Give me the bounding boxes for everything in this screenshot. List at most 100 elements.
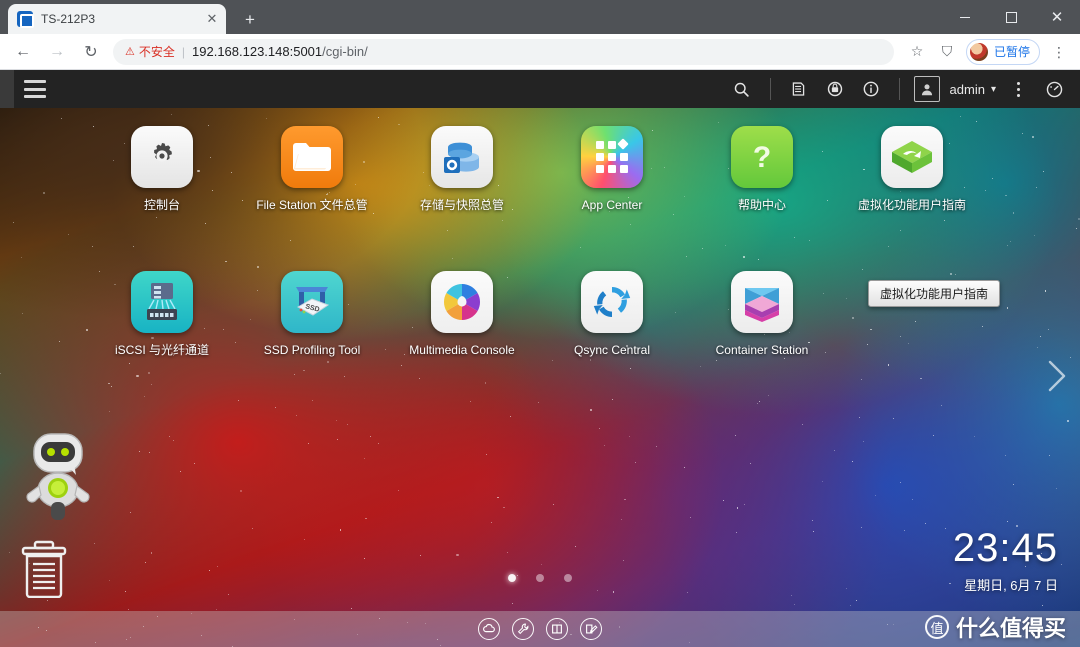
chevron-down-icon: ▾: [990, 83, 996, 95]
desktop-icon-app-center[interactable]: App Center: [537, 126, 687, 271]
recycle-bin-icon[interactable]: [18, 540, 70, 599]
control-panel-icon[interactable]: [131, 126, 193, 188]
page-dot[interactable]: [564, 574, 572, 582]
page-dot[interactable]: [536, 574, 544, 582]
iscsi-fibre-channel-icon[interactable]: [131, 271, 193, 333]
desktop-icon-storage-snapshot[interactable]: 存储与快照总管: [387, 126, 537, 271]
desktop-clock: 23:45 星期日, 6月 7 日: [953, 528, 1058, 594]
search-icon[interactable]: [724, 70, 760, 108]
app-center-icon[interactable]: [581, 126, 643, 188]
desktop-icon-label: Multimedia Console: [409, 343, 515, 357]
desktop-icon-iscsi-fibre-channel[interactable]: iSCSI 与光纤通道: [87, 271, 237, 416]
forward-button[interactable]: →: [43, 38, 71, 66]
avatar: [968, 41, 989, 62]
tools-icon[interactable]: [512, 618, 534, 640]
desktop-icon-label: 帮助中心: [737, 198, 786, 212]
bookmark-star-icon[interactable]: ☆: [904, 39, 930, 65]
desktop-icon-label: SSD Profiling Tool: [263, 343, 361, 357]
desktop-icon-label: iSCSI 与光纤通道: [114, 343, 209, 357]
desktop-icon-label: App Center: [581, 198, 643, 212]
desktop-icon-grid: 控制台 File Station 文件总管 存储与快照总管 App Center? 帮助…: [0, 126, 1080, 416]
watermark-text: 什么值得买: [955, 616, 1066, 641]
desktop-icon-label: 存储与快照总管: [419, 198, 504, 212]
svg-text:?: ?: [753, 141, 771, 174]
next-page-button[interactable]: [1044, 356, 1070, 396]
qnap-header-bar: admin ▾: [0, 70, 1080, 108]
desktop-icon-label: 虚拟化功能用户指南: [857, 198, 966, 212]
maximize-button[interactable]: [988, 0, 1034, 34]
desktop-icon-ssd-profiling-tool[interactable]: SSD SSD Profiling Tool: [237, 271, 387, 416]
tab-strip: TS-212P3 ✕ + ✕: [0, 0, 1080, 34]
ssd-profiling-tool-icon[interactable]: SSD: [281, 271, 343, 333]
desktop-icon-help-center[interactable]: ? 帮助中心: [687, 126, 837, 271]
reload-button[interactable]: ↻: [77, 38, 105, 66]
desktop-icon-qsync-central[interactable]: Qsync Central: [537, 271, 687, 416]
username-label: admin: [949, 81, 985, 97]
toolbar-actions: ☆ ⛉ 已暂停 ⋮: [902, 38, 1080, 65]
cloud-icon[interactable]: [478, 618, 500, 640]
page-indicator: [0, 574, 1080, 582]
desktop-icon-label: 控制台: [143, 198, 180, 212]
backup-sync-icon[interactable]: [817, 70, 853, 108]
info-icon[interactable]: [853, 70, 889, 108]
help-center-icon[interactable]: ?: [731, 126, 793, 188]
sidebar-strip: [0, 70, 14, 108]
more-options-icon[interactable]: [1000, 70, 1036, 108]
user-avatar-icon: [913, 76, 940, 102]
omnibox-separator: |: [181, 44, 186, 59]
watermark: 值 什么值得买: [924, 611, 1066, 643]
minimize-button[interactable]: [942, 0, 988, 34]
desktop-icon-file-station[interactable]: File Station 文件总管: [237, 126, 387, 271]
watermark-badge: 值: [924, 615, 949, 639]
browser-window: TS-212P3 ✕ + ✕ ← → ↻ ⚠ 不安全 | 192.168.123…: [0, 0, 1080, 647]
desktop-icon-label: File Station 文件总管: [256, 198, 368, 212]
window-close-button[interactable]: ✕: [1034, 0, 1080, 34]
user-menu[interactable]: admin ▾: [910, 76, 1000, 102]
icon-tooltip: 虚拟化功能用户指南: [868, 280, 1001, 307]
desktop-icon-control-panel[interactable]: 控制台: [87, 126, 237, 271]
qboost-robot-icon[interactable]: [20, 428, 96, 524]
new-tab-button[interactable]: +: [238, 8, 262, 32]
address-bar[interactable]: ⚠ 不安全 | 192.168.123.148:5001/cgi-bin/: [113, 38, 894, 65]
warning-icon: ⚠: [125, 46, 135, 58]
chrome-menu-icon[interactable]: ⋮: [1046, 39, 1072, 65]
browser-tab[interactable]: TS-212P3 ✕: [8, 4, 226, 34]
clock-date: 星期日, 6月 7 日: [964, 578, 1058, 593]
dashboard-gauge-icon[interactable]: [1036, 70, 1072, 108]
close-icon[interactable]: ✕: [204, 11, 220, 27]
file-station-icon[interactable]: [281, 126, 343, 188]
back-button[interactable]: ←: [9, 38, 37, 66]
header-divider: [769, 78, 771, 100]
page-dot[interactable]: [508, 574, 516, 582]
desktop-icon-multimedia-console[interactable]: Multimedia Console: [387, 271, 537, 416]
header-actions: admin ▾: [724, 70, 1072, 108]
desktop-icon-container-station[interactable]: Container Station: [687, 271, 837, 416]
profile-button[interactable]: 已暂停: [965, 38, 1040, 65]
url-text: 192.168.123.148:5001/cgi-bin/: [192, 44, 368, 59]
url-host: 192.168.123.148:5001: [192, 44, 323, 59]
window-controls: ✕: [942, 0, 1080, 34]
multimedia-console-icon[interactable]: [431, 271, 493, 333]
clock-time: 23:45: [952, 526, 1058, 570]
main-menu-button[interactable]: [24, 80, 46, 98]
security-status-text[interactable]: 不安全: [139, 43, 175, 60]
container-station-icon[interactable]: [731, 271, 793, 333]
taskbar: 值 什么值得买: [0, 611, 1080, 647]
shield-icon[interactable]: ⛉: [934, 39, 960, 65]
browser-toolbar: ← → ↻ ⚠ 不安全 | 192.168.123.148:5001/cgi-b…: [0, 34, 1080, 70]
panel-icon[interactable]: [546, 618, 568, 640]
desktop-icon-label: Container Station: [715, 343, 809, 357]
qnap-desktop: 控制台 File Station 文件总管 存储与快照总管 App Center? 帮助…: [0, 108, 1080, 647]
desktop-icon-virtualization-guide[interactable]: 虚拟化功能用户指南: [837, 126, 987, 271]
storage-snapshot-icon[interactable]: [431, 126, 493, 188]
edit-icon[interactable]: [580, 618, 602, 640]
profile-status-label: 已暂停: [993, 45, 1030, 59]
virtualization-guide-icon[interactable]: [881, 126, 943, 188]
notification-icon[interactable]: [781, 70, 817, 108]
desktop-icon-row: 控制台 File Station 文件总管 存储与快照总管 App Center? 帮助…: [0, 126, 1080, 271]
qsync-central-icon[interactable]: [581, 271, 643, 333]
tab-title: TS-212P3: [41, 12, 96, 26]
header-divider-2: [898, 78, 900, 100]
qnap-favicon-icon: [17, 11, 34, 28]
desktop-icon-label: Qsync Central: [573, 343, 651, 357]
